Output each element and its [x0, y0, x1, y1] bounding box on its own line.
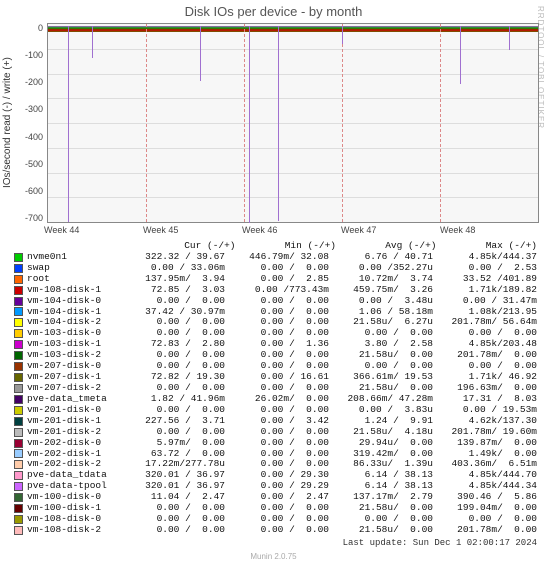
xtick: Week 45	[143, 225, 242, 235]
read-spike	[342, 26, 343, 44]
footer: Last update: Sun Dec 1 02:00:17 2024	[14, 538, 537, 548]
disk-io-chart: RRDTOOL / TOBI OETIKER Disk IOs per devi…	[0, 0, 547, 561]
series-min: 0.00 /773.43m	[227, 285, 331, 296]
data-traces	[48, 26, 538, 32]
legend-swatch	[14, 362, 23, 371]
last-update: Last update: Sun Dec 1 02:00:17 2024	[343, 538, 537, 548]
legend-swatch	[14, 482, 23, 491]
xtick: Week 47	[341, 225, 440, 235]
read-spike	[509, 26, 510, 50]
legend-row: vm-108-disk-172.85 / 3.030.00 /773.43m45…	[14, 285, 539, 296]
legend-swatch	[14, 439, 23, 448]
xtick: Week 48	[440, 225, 539, 235]
xtick: Week 44	[44, 225, 143, 235]
legend-table: Cur (-/+) Min (-/+) Avg (-/+) Max (-/+) …	[14, 241, 539, 536]
ytick: -500	[15, 159, 43, 169]
legend-swatch	[14, 515, 23, 524]
read-spike	[68, 26, 69, 222]
ytick: 0	[15, 23, 43, 33]
legend-swatch	[14, 449, 23, 458]
read-spike	[200, 26, 201, 81]
plot-canvas	[47, 23, 539, 223]
legend-swatch	[14, 307, 23, 316]
ytick: -700	[15, 213, 43, 223]
legend-swatch	[14, 373, 23, 382]
series-name: vm-202-disk-0	[27, 438, 123, 449]
legend-row: vm-108-disk-20.00 / 0.000.00 / 0.0021.58…	[14, 525, 539, 536]
legend-swatch	[14, 253, 23, 262]
legend-swatch	[14, 428, 23, 437]
series-avg: 21.58u/ 0.00	[331, 525, 435, 536]
read-spike	[278, 26, 279, 221]
legend-row: vm-202-disk-05.97m/ 0.000.00 / 0.0029.94…	[14, 438, 539, 449]
series-max: 201.78m/ 0.00	[435, 525, 539, 536]
series-cur: 0.00 / 0.00	[123, 296, 227, 307]
series-cur: 0.00 / 0.00	[123, 427, 227, 438]
series-min: 0.00 / 0.00	[227, 427, 331, 438]
legend-swatch	[14, 504, 23, 513]
legend-swatch	[14, 417, 23, 426]
series-name: vm-201-disk-2	[27, 427, 123, 438]
munin-credit: Munin 2.0.75	[0, 552, 547, 561]
legend-swatch	[14, 395, 23, 404]
legend-swatch	[14, 286, 23, 295]
ytick: -400	[15, 132, 43, 142]
x-axis-ticks: Week 44 Week 45 Week 46 Week 47 Week 48	[44, 223, 539, 235]
series-avg: 0.00 / 3.48u	[331, 296, 435, 307]
read-spike	[92, 26, 93, 58]
ytick: -600	[15, 186, 43, 196]
series-max: 1.71k/189.82	[435, 285, 539, 296]
series-cur: 5.97m/ 0.00	[123, 438, 227, 449]
legend-swatch	[14, 406, 23, 415]
series-max: 139.87m/ 0.00	[435, 438, 539, 449]
legend-swatch	[14, 297, 23, 306]
legend-swatch	[14, 318, 23, 327]
legend-swatch	[14, 340, 23, 349]
xtick: Week 46	[242, 225, 341, 235]
read-spike	[249, 26, 250, 223]
legend-swatch	[14, 471, 23, 480]
series-name: vm-104-disk-0	[27, 296, 123, 307]
series-max: 201.78m/ 19.60m	[435, 427, 539, 438]
legend-swatch	[14, 493, 23, 502]
legend-swatch	[14, 351, 23, 360]
read-spike	[460, 26, 461, 84]
series-cur: 0.00 / 0.00	[123, 525, 227, 536]
legend-swatch	[14, 526, 23, 535]
ytick: -100	[15, 50, 43, 60]
legend-row: vm-201-disk-20.00 / 0.000.00 / 0.0021.58…	[14, 427, 539, 438]
series-name: vm-108-disk-2	[27, 525, 123, 536]
series-avg: 21.58u/ 4.18u	[331, 427, 435, 438]
y-axis-ticks: 0 -100 -200 -300 -400 -500 -600 -700	[15, 23, 47, 223]
series-min: 0.00 / 0.00	[227, 438, 331, 449]
series-max: 0.00 / 31.47m	[435, 296, 539, 307]
legend-swatch	[14, 275, 23, 284]
series-min: 0.00 / 0.00	[227, 296, 331, 307]
plot-area: IOs/second read (-) / write (+) 0 -100 -…	[0, 23, 547, 223]
series-min: 0.00 / 0.00	[227, 525, 331, 536]
legend-row: vm-104-disk-00.00 / 0.000.00 / 0.000.00 …	[14, 296, 539, 307]
y-axis-label: IOs/second read (-) / write (+)	[0, 23, 15, 223]
series-avg: 459.75m/ 3.26	[331, 285, 435, 296]
chart-title: Disk IOs per device - by month	[0, 0, 547, 23]
ytick: -200	[15, 77, 43, 87]
legend-swatch	[14, 264, 23, 273]
series-cur: 72.85 / 3.03	[123, 285, 227, 296]
legend-swatch	[14, 329, 23, 338]
ytick: -300	[15, 104, 43, 114]
series-avg: 29.94u/ 0.00	[331, 438, 435, 449]
legend-swatch	[14, 384, 23, 393]
series-name: vm-108-disk-1	[27, 285, 123, 296]
legend-swatch	[14, 460, 23, 469]
